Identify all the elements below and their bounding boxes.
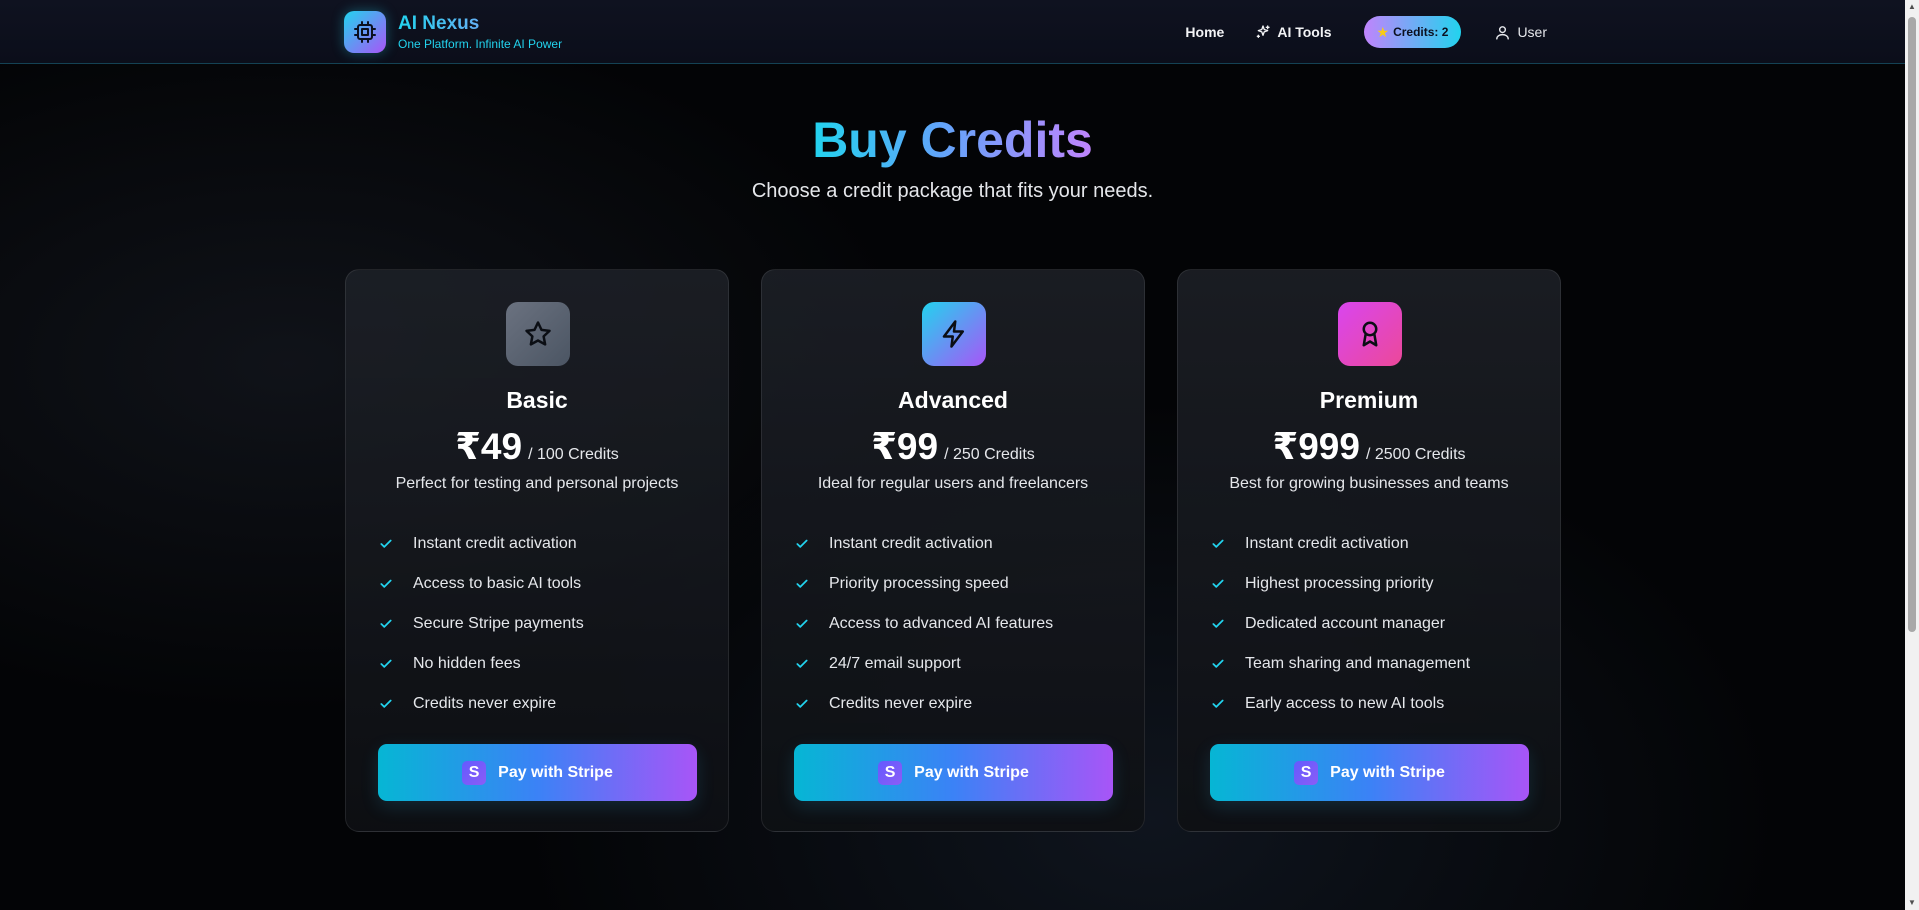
nav-user-link[interactable]: User	[1494, 24, 1547, 41]
feature-item: No hidden fees	[379, 644, 584, 684]
award-icon	[1338, 302, 1402, 366]
feature-list: Instant credit activation Access to basi…	[379, 524, 584, 724]
plan-description: Perfect for testing and personal project…	[395, 475, 679, 492]
plan-name: Basic	[506, 387, 568, 413]
stripe-logo-icon: S	[878, 760, 903, 785]
feature-item: Early access to new AI tools	[1211, 684, 1470, 724]
check-icon	[1211, 617, 1231, 631]
plan-description: Best for growing businesses and teams	[1229, 475, 1509, 492]
feature-item: Secure Stripe payments	[379, 604, 584, 644]
feature-item: Instant credit activation	[1211, 524, 1470, 564]
check-icon	[1211, 697, 1231, 711]
stripe-logo-icon: S	[462, 760, 487, 785]
plan-name: Premium	[1319, 387, 1419, 413]
brand[interactable]: AI Nexus One Platform. Infinite AI Power	[344, 11, 562, 53]
plan-price: ₹999 / 2500 Credits	[1178, 425, 1560, 468]
check-icon	[379, 537, 399, 551]
check-icon	[1211, 657, 1231, 671]
plan-card-basic: Basic ₹49 / 100 Credits Perfect for test…	[345, 269, 729, 832]
check-icon	[795, 617, 815, 631]
nav-user-label: User	[1517, 24, 1547, 40]
pay-with-stripe-button[interactable]: S Pay with Stripe	[378, 744, 697, 801]
feature-list: Instant credit activation Priority proce…	[795, 524, 1053, 724]
feature-item: Team sharing and management	[1211, 644, 1470, 684]
check-icon	[795, 657, 815, 671]
page-title: Buy Credits	[812, 112, 1093, 168]
scroll-up-arrow-icon[interactable]: ▲	[1908, 3, 1916, 11]
nav-ai-tools-label: AI Tools	[1277, 24, 1332, 40]
credits-badge[interactable]: ★ Credits: 2	[1363, 16, 1462, 48]
stripe-logo-icon: S	[1294, 760, 1319, 785]
check-icon	[379, 657, 399, 671]
check-icon	[1211, 577, 1231, 591]
scroll-down-arrow-icon[interactable]: ▼	[1908, 899, 1916, 907]
price-credits: / 2500 Credits	[1365, 446, 1466, 463]
star-icon: ★	[1376, 23, 1390, 40]
plan-description: Ideal for regular users and freelancers	[817, 475, 1089, 492]
plan-price: ₹49 / 100 Credits	[346, 425, 728, 468]
plan-price: ₹99 / 250 Credits	[762, 425, 1144, 468]
feature-item: Access to advanced AI features	[795, 604, 1053, 644]
plan-name: Advanced	[898, 387, 1008, 413]
feature-item: Instant credit activation	[795, 524, 1053, 564]
feature-item: Credits never expire	[795, 684, 1053, 724]
plan-card-advanced: Advanced ₹99 / 250 Credits Ideal for reg…	[761, 269, 1145, 832]
feature-item: 24/7 email support	[795, 644, 1053, 684]
feature-item: Credits never expire	[379, 684, 584, 724]
credits-label: Credits: 2	[1393, 25, 1449, 39]
check-icon	[795, 577, 815, 591]
scrollbar-thumb[interactable]	[1908, 17, 1916, 632]
feature-list: Instant credit activation Highest proces…	[1211, 524, 1470, 724]
check-icon	[379, 617, 399, 631]
page-scrollbar[interactable]: ▲ ▼	[1905, 0, 1919, 910]
feature-item: Highest processing priority	[1211, 564, 1470, 604]
check-icon	[1211, 537, 1231, 551]
star-icon	[506, 302, 570, 366]
price-amount: ₹99	[871, 426, 939, 467]
user-icon	[1496, 25, 1510, 40]
brand-title: AI Nexus	[398, 13, 562, 35]
nav-home-link[interactable]: Home	[1185, 24, 1224, 40]
check-icon	[379, 577, 399, 591]
price-amount: ₹49	[455, 426, 523, 467]
feature-item: Priority processing speed	[795, 564, 1053, 604]
price-credits: / 100 Credits	[528, 446, 619, 463]
chip-icon	[344, 11, 386, 53]
nav-ai-tools-link[interactable]: AI Tools	[1255, 24, 1332, 40]
page-subtitle: Choose a credit package that fits your n…	[751, 180, 1154, 202]
price-credits: / 250 Credits	[944, 446, 1035, 463]
feature-item: Instant credit activation	[379, 524, 584, 564]
check-icon	[379, 697, 399, 711]
pay-with-stripe-button[interactable]: S Pay with Stripe	[794, 744, 1113, 801]
check-icon	[795, 537, 815, 551]
navbar: AI Nexus One Platform. Infinite AI Power…	[0, 0, 1905, 64]
feature-item: Access to basic AI tools	[379, 564, 584, 604]
lightning-icon	[922, 302, 986, 366]
plan-card-premium: Premium ₹999 / 2500 Credits Best for gro…	[1177, 269, 1561, 832]
sparkles-icon	[1256, 25, 1270, 38]
feature-item: Dedicated account manager	[1211, 604, 1470, 644]
brand-tagline: One Platform. Infinite AI Power	[398, 37, 563, 51]
check-icon	[795, 697, 815, 711]
price-amount: ₹999	[1272, 426, 1360, 467]
pay-with-stripe-button[interactable]: S Pay with Stripe	[1210, 744, 1529, 801]
